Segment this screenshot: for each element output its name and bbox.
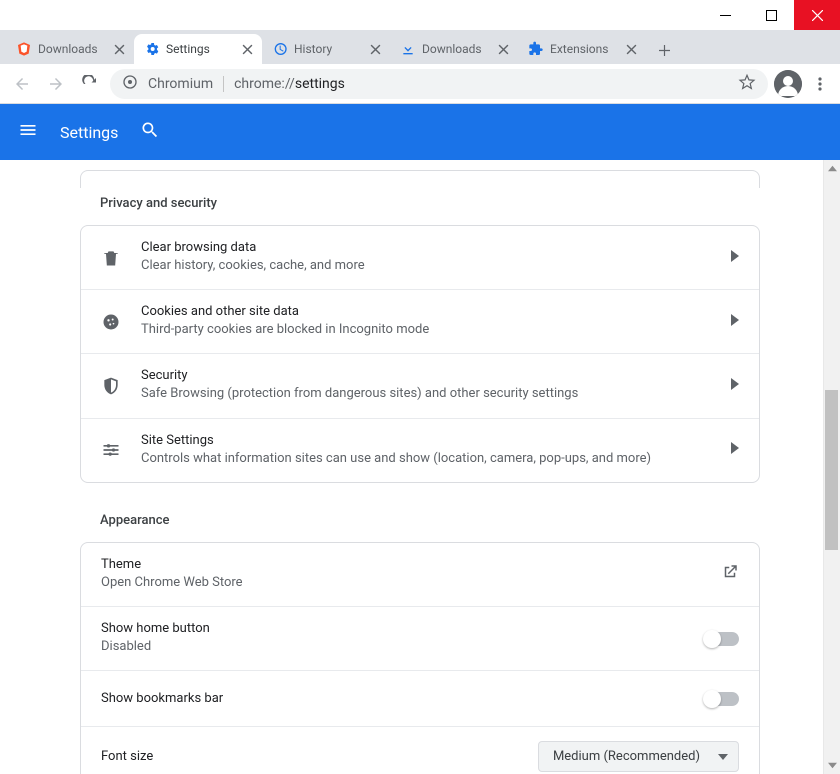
privacy-card: Clear browsing data Clear history, cooki…: [80, 225, 760, 483]
section-heading-privacy: Privacy and security: [80, 168, 760, 225]
shield-icon: [101, 376, 121, 396]
row-title: Cookies and other site data: [141, 304, 711, 319]
reload-button[interactable]: [76, 70, 104, 98]
sliders-icon: [101, 440, 121, 460]
tab-label: Downloads: [422, 42, 490, 56]
window-titlebar: [0, 0, 840, 30]
row-title: Theme: [101, 557, 701, 572]
section-heading-appearance: Appearance: [80, 483, 760, 542]
history-icon: [272, 41, 288, 57]
window-close-button[interactable]: [794, 0, 840, 30]
external-link-icon: [721, 563, 739, 585]
chevron-right-icon: [731, 314, 739, 330]
row-home-button: Show home button Disabled: [81, 606, 759, 670]
back-button[interactable]: [8, 70, 36, 98]
row-site-settings[interactable]: Site Settings Controls what information …: [81, 418, 759, 482]
tab-label: Extensions: [550, 42, 618, 56]
search-icon[interactable]: [140, 120, 160, 144]
site-name: Chromium: [148, 76, 213, 92]
bookmarks-bar-toggle[interactable]: [705, 692, 739, 706]
tab-history[interactable]: History: [262, 34, 390, 64]
row-desc: Clear history, cookies, cache, and more: [141, 257, 711, 275]
profile-avatar-button[interactable]: [774, 70, 802, 98]
font-size-select[interactable]: Medium (Recommended): [538, 741, 739, 772]
row-desc: Open Chrome Web Store: [101, 574, 701, 592]
home-button-toggle[interactable]: [705, 632, 739, 646]
chevron-right-icon: [731, 442, 739, 458]
row-cookies[interactable]: Cookies and other site data Third-party …: [81, 289, 759, 353]
row-title: Clear browsing data: [141, 240, 711, 255]
row-desc: Third-party cookies are blocked in Incog…: [141, 321, 711, 339]
page-title: Settings: [60, 123, 118, 142]
row-desc: Controls what information sites can use …: [141, 450, 711, 468]
row-desc: Disabled: [101, 638, 685, 656]
bookmark-star-icon[interactable]: [738, 73, 756, 95]
settings-content: Privacy and security Clear browsing data…: [0, 160, 840, 774]
address-bar[interactable]: Chromium chrome://settings: [110, 69, 768, 99]
row-title: Font size: [101, 749, 518, 764]
tab-label: Settings: [166, 42, 234, 56]
appearance-card: Theme Open Chrome Web Store Show home bu…: [80, 542, 760, 774]
window-maximize-button[interactable]: [748, 0, 794, 30]
row-bookmarks-bar: Show bookmarks bar: [81, 670, 759, 726]
scrollbar-thumb[interactable]: [825, 390, 838, 550]
scroll-down-arrow[interactable]: [824, 757, 840, 774]
row-theme[interactable]: Theme Open Chrome Web Store: [81, 543, 759, 606]
select-value: Medium (Recommended): [553, 749, 700, 764]
tab-label: Downloads: [38, 42, 106, 56]
browser-toolbar: Chromium chrome://settings: [0, 64, 840, 104]
tab-downloads-2[interactable]: Downloads: [390, 34, 518, 64]
row-title: Show bookmarks bar: [101, 691, 685, 706]
row-font-size: Font size Medium (Recommended): [81, 726, 759, 774]
tab-close-icon[interactable]: [496, 42, 510, 56]
tab-downloads-1[interactable]: Downloads: [6, 34, 134, 64]
row-clear-browsing-data[interactable]: Clear browsing data Clear history, cooki…: [81, 226, 759, 289]
row-desc: Safe Browsing (protection from dangerous…: [141, 385, 711, 403]
window-minimize-button[interactable]: [702, 0, 748, 30]
hamburger-menu-button[interactable]: [18, 120, 38, 144]
gear-icon: [144, 41, 160, 57]
tab-strip: Downloads Settings History Downloads Ext…: [0, 30, 840, 64]
tab-close-icon[interactable]: [240, 42, 254, 56]
row-title: Security: [141, 368, 711, 383]
browser-menu-button[interactable]: [808, 76, 832, 92]
url-text: chrome://settings: [234, 76, 728, 92]
scrollbar[interactable]: [823, 160, 840, 774]
settings-app-bar: Settings: [0, 104, 840, 160]
tab-extensions[interactable]: Extensions: [518, 34, 646, 64]
tab-label: History: [294, 42, 362, 56]
tab-close-icon[interactable]: [112, 42, 126, 56]
scroll-up-arrow[interactable]: [824, 160, 840, 177]
download-icon: [400, 41, 416, 57]
tab-close-icon[interactable]: [368, 42, 382, 56]
brave-icon: [16, 41, 32, 57]
row-title: Show home button: [101, 621, 685, 636]
row-title: Site Settings: [141, 433, 711, 448]
separator: [223, 76, 224, 92]
cookie-icon: [101, 312, 121, 332]
chevron-right-icon: [731, 378, 739, 394]
tab-close-icon[interactable]: [624, 42, 638, 56]
puzzle-icon: [528, 41, 544, 57]
chevron-right-icon: [731, 250, 739, 266]
chevron-down-icon: [718, 754, 728, 760]
forward-button[interactable]: [42, 70, 70, 98]
new-tab-button[interactable]: [650, 36, 678, 64]
site-info-icon[interactable]: [122, 74, 138, 94]
tab-settings[interactable]: Settings: [134, 34, 262, 64]
row-security[interactable]: Security Safe Browsing (protection from …: [81, 353, 759, 417]
trash-icon: [101, 248, 121, 268]
